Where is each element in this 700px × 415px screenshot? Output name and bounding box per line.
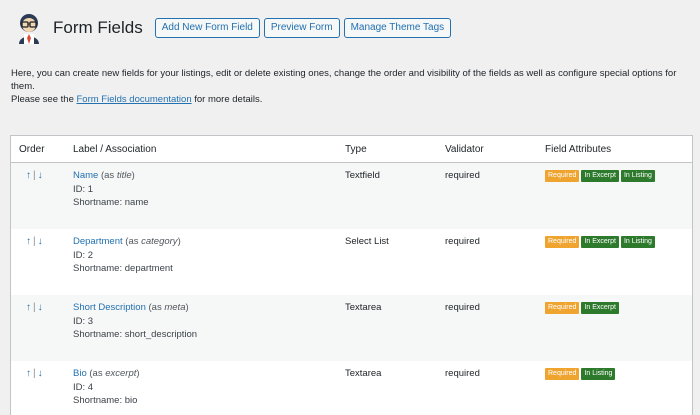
order-controls: ↑ | ↓ — [11, 169, 73, 229]
type-cell: Textarea — [345, 368, 382, 379]
form-fields-documentation-link[interactable]: Form Fields documentation — [77, 94, 192, 105]
field-name-link[interactable]: Name — [73, 170, 98, 181]
association-type: title — [116, 170, 132, 181]
association-type: category — [141, 236, 178, 247]
logo-icon — [19, 14, 39, 44]
form-fields-table: Order Label / Association Type Validator… — [10, 135, 693, 415]
table-header: Order Label / Association Type Validator… — [11, 136, 692, 163]
field-id: ID: 3 — [73, 315, 94, 327]
association: (as title) — [101, 170, 135, 181]
move-up-icon[interactable]: ↑ — [26, 236, 31, 247]
type-cell: Textfield — [345, 170, 380, 181]
attributes-cell: Required In Excerpt In Listing — [545, 235, 692, 295]
column-header-attributes: Field Attributes — [545, 143, 612, 155]
order-separator: | — [33, 302, 36, 313]
table-row: ↑ | ↓ Department (as category) ID: 2 Shortnam… — [11, 229, 692, 295]
attribute-badge: In Listing — [581, 368, 616, 380]
column-header-order: Order — [19, 143, 45, 155]
intro-line-1: Here, you can create new fields for your… — [11, 68, 677, 92]
page-header: Form Fields Add New Form Field Preview F… — [14, 12, 452, 44]
order-controls: ↑ | ↓ — [11, 301, 73, 361]
order-separator: | — [33, 236, 36, 247]
column-header-validator: Validator — [445, 143, 484, 155]
attribute-badge: In Excerpt — [581, 302, 619, 314]
manage-theme-tags-button[interactable]: Manage Theme Tags — [343, 18, 452, 38]
order-separator: | — [33, 170, 36, 181]
move-up-icon[interactable]: ↑ — [26, 170, 31, 181]
association-suffix: ) — [177, 236, 181, 247]
field-shortname: Shortname: name — [73, 197, 149, 208]
attribute-badge: Required — [545, 236, 580, 248]
field-id: ID: 2 — [73, 249, 94, 261]
label-cell: Name (as title) ID: 1 Shortname: name — [73, 169, 345, 229]
field-shortname: Shortname: bio — [73, 395, 138, 406]
association-suffix: ) — [131, 170, 135, 181]
add-new-form-field-button[interactable]: Add New Form Field — [154, 18, 260, 38]
table-row: ↑ | ↓ Name (as title) ID: 1 Shortname: name Te… — [11, 163, 692, 229]
field-name-link[interactable]: Bio — [73, 368, 87, 379]
attribute-badge: Required — [545, 170, 580, 182]
type-cell: Select List — [345, 236, 389, 247]
column-header-label: Label / Association — [73, 143, 157, 155]
field-shortname: Shortname: department — [73, 263, 173, 274]
attribute-badges: Required In Excerpt — [545, 301, 692, 314]
attribute-badges: Required In Excerpt In Listing — [545, 169, 692, 182]
association-suffix: ) — [185, 302, 189, 313]
association: (as excerpt) — [89, 368, 139, 379]
association: (as meta) — [149, 302, 189, 313]
attribute-badge: In Excerpt — [581, 236, 619, 248]
attributes-cell: Required In Listing — [545, 367, 692, 415]
field-shortname: Shortname: short_description — [73, 329, 198, 340]
field-id: ID: 4 — [73, 381, 94, 393]
intro-line-2: Please see the Form Fields documentation… — [11, 93, 696, 106]
intro-text: Here, you can create new fields for your… — [11, 67, 696, 106]
association-prefix: (as — [89, 368, 106, 379]
move-down-icon[interactable]: ↓ — [38, 302, 43, 313]
order-separator: | — [33, 368, 36, 379]
attribute-badge: Required — [545, 302, 580, 314]
type-cell: Textarea — [345, 302, 382, 313]
attributes-cell: Required In Excerpt In Listing — [545, 169, 692, 229]
attribute-badge: In Excerpt — [581, 170, 619, 182]
page-title: Form Fields — [53, 18, 143, 37]
field-name-link[interactable]: Short Description — [73, 302, 146, 313]
attribute-badge: In Listing — [620, 170, 655, 182]
association-prefix: (as — [148, 302, 165, 313]
validator-cell: required — [445, 170, 480, 181]
order-controls: ↑ | ↓ — [11, 235, 73, 295]
intro-suffix: for more details. — [191, 94, 263, 105]
association-prefix: (as — [100, 170, 117, 181]
association-type: meta — [164, 302, 186, 313]
intro-prefix: Please see the — [11, 94, 77, 105]
label-cell: Bio (as excerpt) ID: 4 Shortname: bio — [73, 367, 345, 415]
validator-cell: required — [445, 368, 480, 379]
preview-form-button[interactable]: Preview Form — [263, 18, 340, 38]
field-id: ID: 1 — [73, 183, 94, 195]
move-up-icon[interactable]: ↑ — [26, 302, 31, 313]
label-cell: Department (as category) ID: 2 Shortname: … — [73, 235, 345, 295]
move-down-icon[interactable]: ↓ — [38, 236, 43, 247]
move-down-icon[interactable]: ↓ — [38, 170, 43, 181]
move-down-icon[interactable]: ↓ — [38, 368, 43, 379]
table-row: ↑ | ↓ Short Description (as meta) ID: 3 Short… — [11, 295, 692, 361]
attribute-badges: Required In Excerpt In Listing — [545, 235, 692, 248]
validator-cell: required — [445, 302, 480, 313]
label-cell: Short Description (as meta) ID: 3 Shortnam… — [73, 301, 345, 361]
attribute-badge: In Listing — [620, 236, 655, 248]
move-up-icon[interactable]: ↑ — [26, 368, 31, 379]
association-type: excerpt — [105, 368, 137, 379]
order-controls: ↑ | ↓ — [11, 367, 73, 415]
validator-cell: required — [445, 236, 480, 247]
column-header-type: Type — [345, 143, 367, 155]
association: (as category) — [125, 236, 180, 247]
attribute-badge: Required — [545, 368, 580, 380]
association-suffix: ) — [136, 368, 140, 379]
attribute-badges: Required In Listing — [545, 367, 692, 380]
association-prefix: (as — [125, 236, 142, 247]
table-row: ↑ | ↓ Bio (as excerpt) ID: 4 Shortname: bio Te… — [11, 361, 692, 415]
attributes-cell: Required In Excerpt — [545, 301, 692, 361]
field-name-link[interactable]: Department — [73, 236, 123, 247]
